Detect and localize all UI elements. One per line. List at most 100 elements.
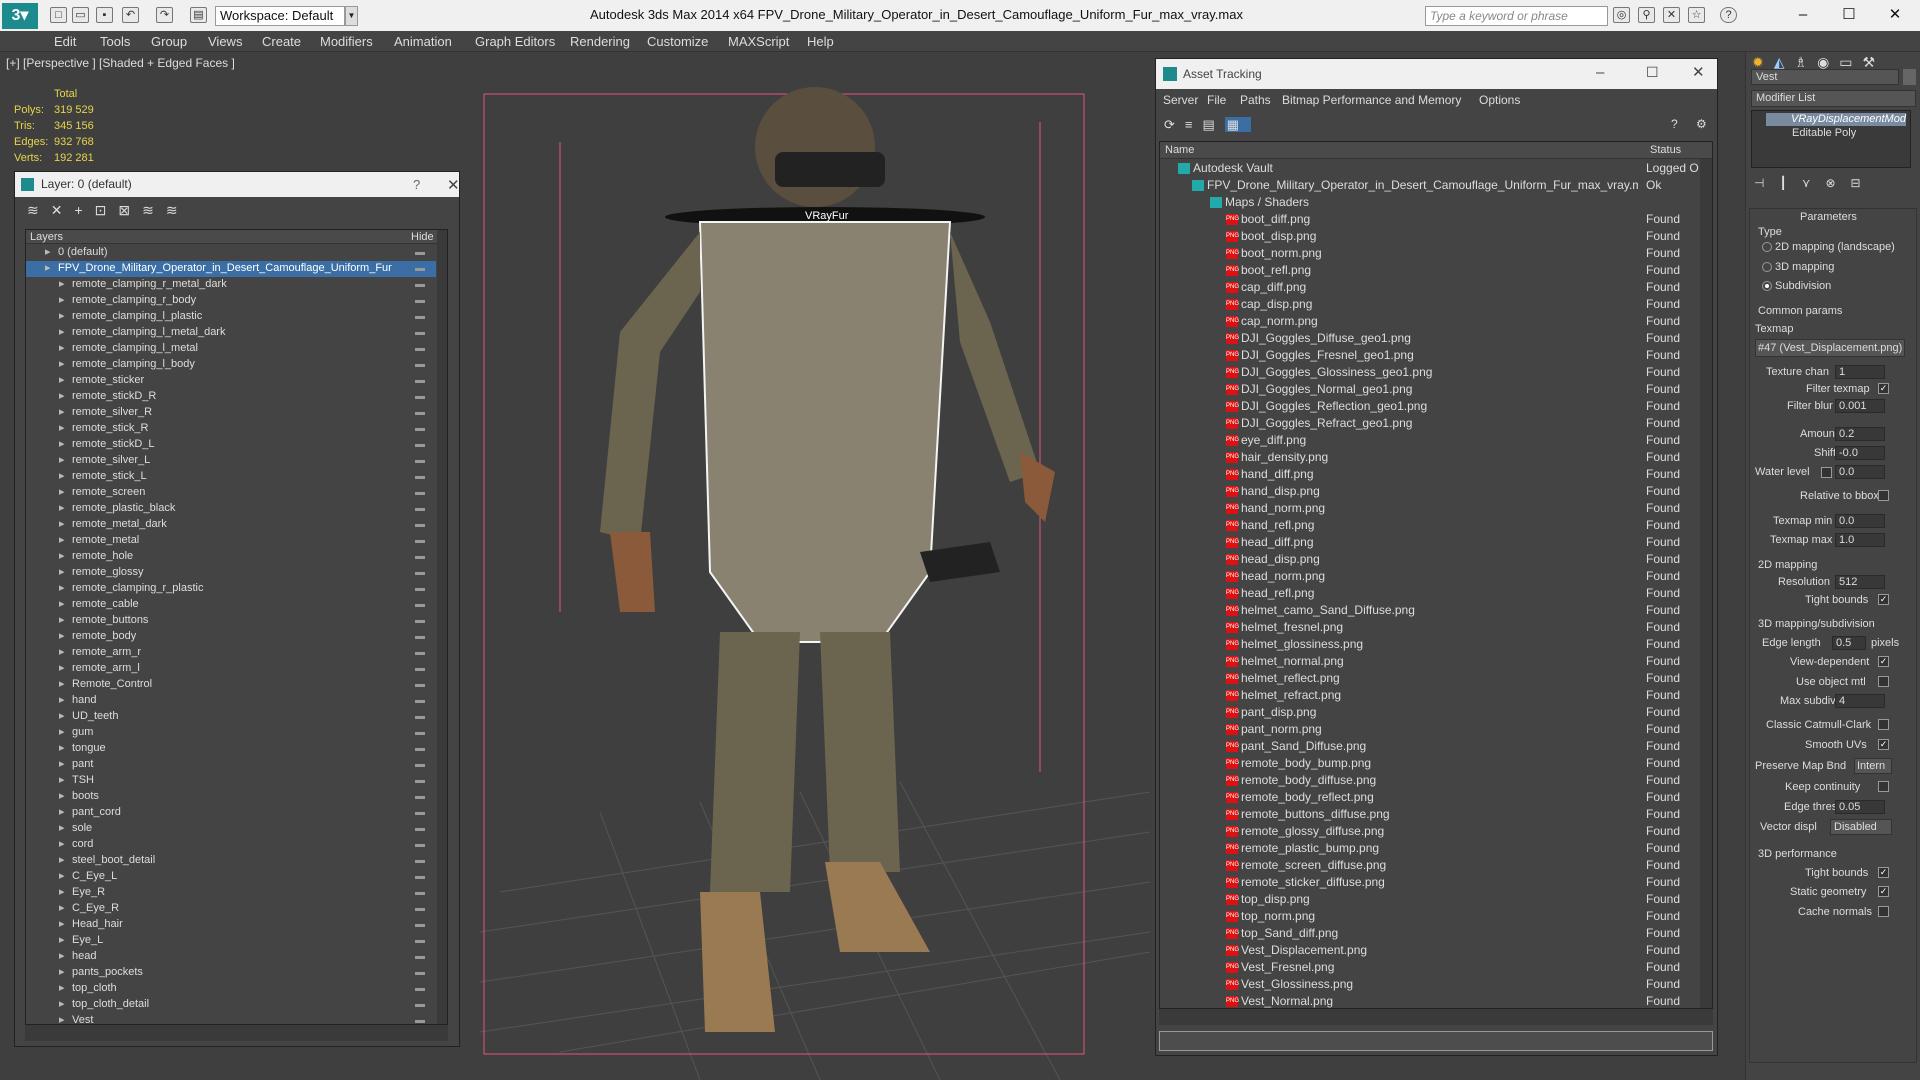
asset-row[interactable]: PNG top_norm.png Found (1160, 908, 1700, 925)
hide-toggle-icon[interactable]: ▬ (415, 661, 425, 676)
hide-toggle-icon[interactable]: ▬ (415, 421, 425, 436)
hide-toggle-icon[interactable]: ▬ (415, 309, 425, 324)
table-view-icon[interactable]: ▤ (1203, 117, 1225, 132)
static-geometry-checkbox[interactable]: ✓ (1878, 886, 1889, 897)
col-name[interactable]: Name (1165, 144, 1194, 156)
modify-tab-icon[interactable]: ◭ (1774, 54, 1795, 70)
hide-toggle-icon[interactable]: ▬ (415, 517, 425, 532)
layer-item[interactable]: ▸ C_Eye_R ▬ (26, 901, 436, 917)
hide-toggle-icon[interactable]: ▬ (415, 757, 425, 772)
asset-row-maps[interactable]: Maps / Shaders (1160, 194, 1700, 211)
layer-item[interactable]: ▸ remote_clamping_l_metal_dark ▬ (26, 325, 436, 341)
shift-spinner[interactable]: -0.0 (1835, 446, 1885, 460)
hide-toggle-icon[interactable]: ▬ (415, 1013, 425, 1024)
asset-row[interactable]: PNG helmet_camo_Sand_Diffuse.png Found (1160, 602, 1700, 619)
hide-toggle-icon[interactable]: ▬ (415, 341, 425, 356)
asset-row[interactable]: PNG hand_disp.png Found (1160, 483, 1700, 500)
layer-item[interactable]: ▸ top_cloth_detail ▬ (26, 997, 436, 1013)
layer-item[interactable]: ▸ Eye_L ▬ (26, 933, 436, 949)
asset-row[interactable]: PNG helmet_glossiness.png Found (1160, 636, 1700, 653)
asset-scrollbar[interactable] (1700, 159, 1712, 1008)
edge-length-spinner[interactable]: 0.5 (1832, 636, 1866, 650)
asset-menu-bitmap[interactable]: Bitmap Performance and Memory (1282, 93, 1461, 107)
menu-create[interactable]: Create (262, 34, 301, 49)
asset-row[interactable]: PNG Vest_Glossiness.png Found (1160, 976, 1700, 993)
modifier-list-select[interactable]: Modifier List (1751, 90, 1916, 107)
amount-spinner[interactable]: 0.2 (1835, 427, 1885, 441)
hide-toggle-icon[interactable]: ▬ (415, 533, 425, 548)
maximize-button[interactable]: ☐ (1826, 0, 1872, 31)
menu-graph-editors[interactable]: Graph Editors (475, 34, 555, 49)
asset-row[interactable]: PNG cap_disp.png Found (1160, 296, 1700, 313)
hide-toggle-icon[interactable]: ▬ (415, 773, 425, 788)
hide-toggle-icon[interactable]: ▬ (415, 373, 425, 388)
layer-item[interactable]: ▸ remote_hole ▬ (26, 549, 436, 565)
layer-item[interactable]: ▸ remote_body ▬ (26, 629, 436, 645)
asset-path-field[interactable] (1159, 1031, 1713, 1051)
delete-layer-icon[interactable]: ✕ (51, 202, 75, 218)
hide-toggle-icon[interactable]: ▬ (415, 917, 425, 932)
help-icon[interactable]: ? (1720, 7, 1737, 23)
hide-all-icon[interactable]: ≋ (142, 202, 166, 218)
layer-hscrollbar[interactable] (25, 1025, 448, 1041)
layer-item[interactable]: ▸ Remote_Control ▬ (26, 677, 436, 693)
hide-toggle-icon[interactable]: ▬ (415, 549, 425, 564)
asset-row[interactable]: PNG boot_refl.png Found (1160, 262, 1700, 279)
layer-item[interactable]: ▸ remote_cable ▬ (26, 597, 436, 613)
close-button[interactable]: ✕ (1872, 0, 1918, 31)
asset-row[interactable]: PNG remote_plastic_bump.png Found (1160, 840, 1700, 857)
hide-toggle-icon[interactable]: ▬ (415, 501, 425, 516)
binoculars-icon[interactable]: ◎ (1613, 7, 1630, 23)
col-status[interactable]: Status (1650, 144, 1681, 156)
hide-toggle-icon[interactable]: ▬ (415, 453, 425, 468)
hide-toggle-icon[interactable]: ▬ (415, 565, 425, 580)
asset-row[interactable]: PNG pant_disp.png Found (1160, 704, 1700, 721)
max-subdivs-spinner[interactable]: 4 (1835, 694, 1885, 708)
menu-edit[interactable]: Edit (54, 34, 76, 49)
hide-toggle-icon[interactable]: ▬ (415, 437, 425, 452)
preserve-map-select[interactable]: Intern (1854, 758, 1892, 774)
asset-row[interactable]: PNG head_norm.png Found (1160, 568, 1700, 585)
layer-item[interactable]: ▸ remote_silver_R ▬ (26, 405, 436, 421)
asset-menu-paths[interactable]: Paths (1240, 93, 1271, 107)
hide-toggle-icon[interactable]: ▬ (415, 581, 425, 596)
hide-toggle-icon[interactable]: ▬ (415, 261, 425, 276)
new-layer-icon[interactable]: ≋ (27, 202, 51, 218)
menu-views[interactable]: Views (208, 34, 242, 49)
col-hide[interactable]: Hide (411, 231, 434, 243)
asset-row[interactable]: PNG pant_Sand_Diffuse.png Found (1160, 738, 1700, 755)
asset-row[interactable]: PNG remote_buttons_diffuse.png Found (1160, 806, 1700, 823)
utilities-tab-icon[interactable]: ⚒ (1863, 54, 1886, 70)
radio-subdivision[interactable] (1762, 281, 1772, 291)
menu-animation[interactable]: Animation (394, 34, 452, 49)
object-color-swatch[interactable] (1903, 69, 1916, 85)
asset-row[interactable]: PNG hand_norm.png Found (1160, 500, 1700, 517)
layer-item[interactable]: ▸ tongue ▬ (26, 741, 436, 757)
asset-menu-server[interactable]: Server (1163, 93, 1198, 107)
relative-bbox-checkbox[interactable] (1878, 490, 1889, 501)
layer-item[interactable]: ▸ remote_metal_dark ▬ (26, 517, 436, 533)
hide-toggle-icon[interactable]: ▬ (415, 357, 425, 372)
asset-row[interactable]: PNG helmet_normal.png Found (1160, 653, 1700, 670)
layer-item[interactable]: ▸ head ▬ (26, 949, 436, 965)
layer-item[interactable]: ▸ sole ▬ (26, 821, 436, 837)
hide-toggle-icon[interactable]: ▬ (415, 677, 425, 692)
layer-item[interactable]: ▸ UD_teeth ▬ (26, 709, 436, 725)
hide-toggle-icon[interactable]: ▬ (415, 885, 425, 900)
hide-toggle-icon[interactable]: ▬ (415, 725, 425, 740)
hide-toggle-icon[interactable]: ▬ (415, 997, 425, 1012)
menu-group[interactable]: Group (151, 34, 187, 49)
view-dependent-checkbox[interactable]: ✓ (1878, 656, 1889, 667)
asset-row[interactable]: PNG DJI_Goggles_Fresnel_geo1.png Found (1160, 347, 1700, 364)
layer-item[interactable]: ▸ remote_stickD_R ▬ (26, 389, 436, 405)
layer-scrollbar[interactable] (437, 230, 447, 1024)
stack-item-vraydisplacement[interactable]: VRayDisplacementMod (1766, 113, 1906, 126)
hide-toggle-icon[interactable]: ▬ (415, 837, 425, 852)
layer-item[interactable]: ▸ remote_clamping_l_plastic ▬ (26, 309, 436, 325)
layer-item[interactable]: ▸ gum ▬ (26, 725, 436, 741)
configure-sets-icon[interactable]: ⊟ (1851, 176, 1876, 190)
stack-item-editable-poly[interactable]: Editable Poly (1768, 127, 1908, 140)
open-file-icon[interactable]: ▭ (72, 7, 89, 23)
menu-tools[interactable]: Tools (100, 34, 130, 49)
asset-row[interactable]: PNG hair_density.png Found (1160, 449, 1700, 466)
